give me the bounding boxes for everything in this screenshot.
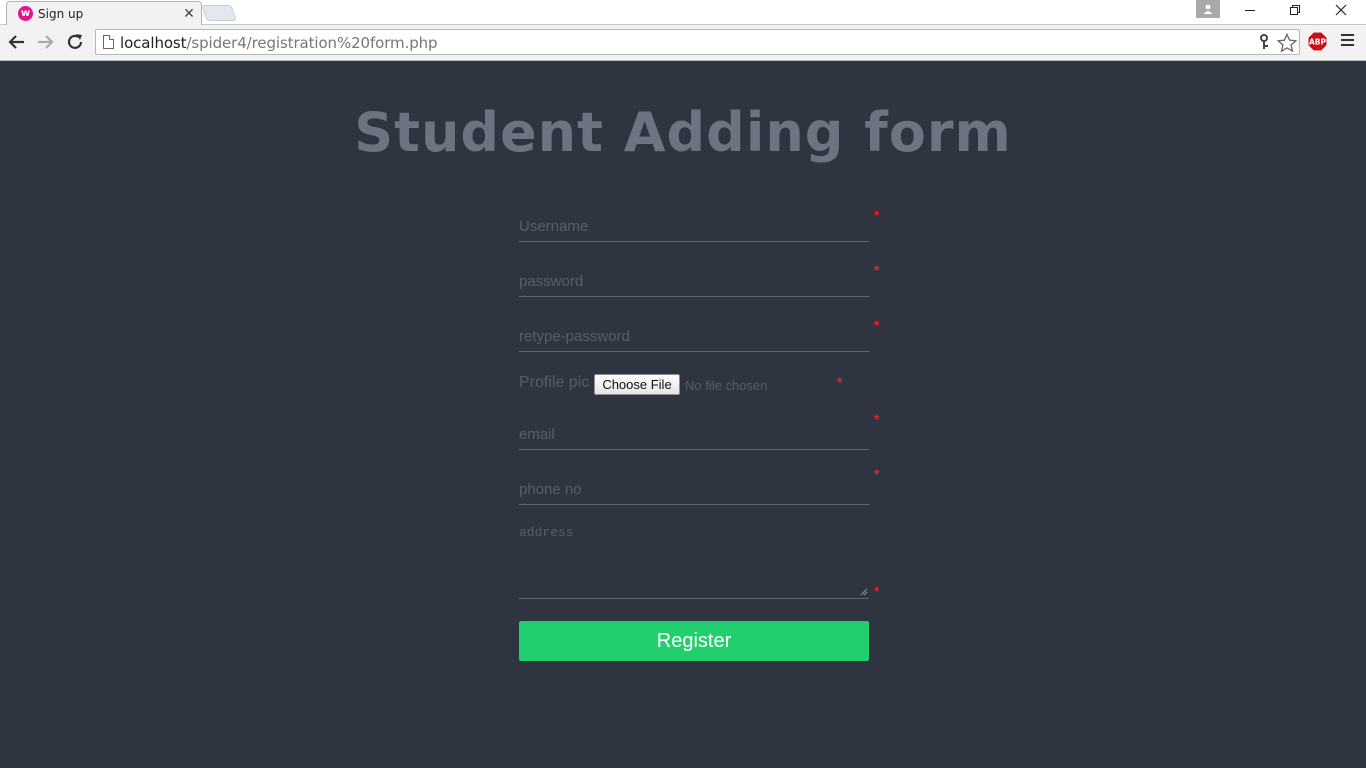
new-tab-button[interactable] [201, 5, 237, 21]
choose-file-button[interactable]: Choose File [594, 374, 680, 395]
page-icon [103, 35, 114, 49]
adblock-icon[interactable]: ABP [1307, 31, 1328, 52]
retype-password-field [519, 316, 869, 352]
password-field [519, 261, 869, 297]
tab-close-icon[interactable]: ✕ [181, 4, 197, 22]
forward-arrow-icon[interactable] [34, 31, 56, 53]
reload-icon[interactable] [64, 31, 86, 53]
retype-password-required-marker: * [874, 317, 880, 333]
file-status: No file chosen [685, 378, 768, 393]
profile-pic-label: Profile pic [519, 374, 590, 391]
phone-required-marker: * [874, 466, 880, 482]
password-input[interactable] [519, 266, 869, 296]
svg-text:ABP: ABP [1309, 38, 1327, 47]
resize-grip-icon[interactable] [860, 588, 868, 596]
email-field [519, 414, 869, 450]
address-required-marker: * [874, 583, 880, 599]
email-required-marker: * [874, 411, 880, 427]
back-arrow-icon[interactable] [6, 31, 28, 53]
url-text: localhost/spider4/registration%20form.ph… [120, 34, 438, 52]
profile-icon[interactable] [1196, 0, 1220, 18]
email-input[interactable] [519, 419, 869, 449]
phone-input[interactable] [519, 474, 869, 504]
menu-icon[interactable] [1341, 34, 1355, 50]
address-bar[interactable]: localhost/spider4/registration%20form.ph… [95, 29, 1300, 55]
profile-pic-required-marker: * [837, 374, 843, 390]
key-icon[interactable] [1257, 34, 1271, 50]
page-title: Student Adding form [354, 101, 1012, 164]
address-field [519, 519, 869, 599]
star-icon[interactable] [1276, 32, 1298, 54]
tab-strip: w Sign up ✕ [0, 0, 1366, 25]
password-required-marker: * [874, 262, 880, 278]
window-close-icon[interactable] [1318, 0, 1364, 25]
restore-icon[interactable] [1272, 0, 1318, 25]
minimize-icon[interactable] [1227, 0, 1273, 25]
phone-field [519, 469, 869, 505]
wamp-favicon-icon: w [18, 6, 33, 21]
browser-toolbar: localhost/spider4/registration%20form.ph… [0, 26, 1366, 60]
username-input[interactable] [519, 211, 869, 241]
profile-pic-row: Profile pic Choose File No file chosen [519, 371, 849, 395]
retype-password-input[interactable] [519, 321, 869, 351]
username-required-marker: * [874, 207, 880, 223]
tab-sign-up[interactable]: w Sign up ✕ [6, 1, 202, 25]
tab-title: Sign up [38, 7, 84, 21]
page-content: Student Adding form * * * Profile pic Ch… [0, 61, 1366, 768]
browser-chrome: w Sign up ✕ localhost/spider4/registrati… [0, 0, 1366, 61]
register-button[interactable]: Register [519, 621, 869, 661]
username-field [519, 206, 869, 242]
address-textarea[interactable] [519, 519, 869, 597]
